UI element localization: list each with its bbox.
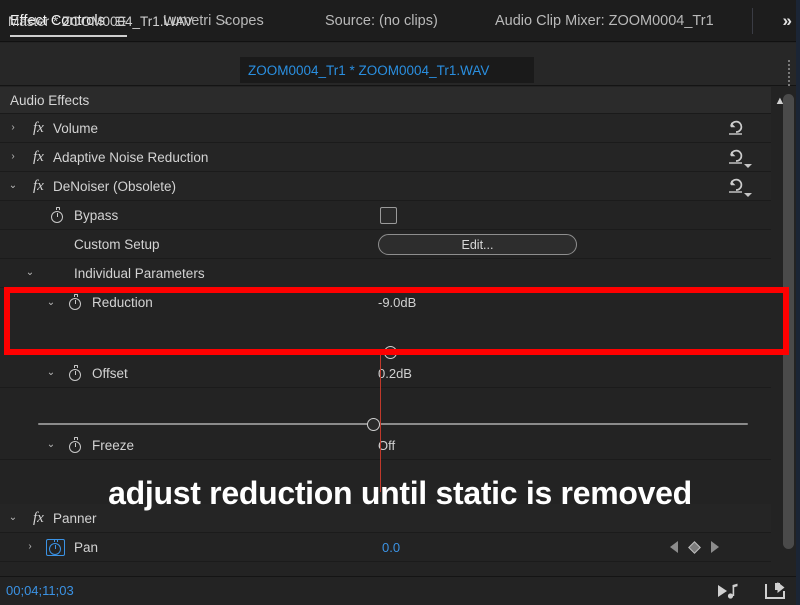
- keyframe-navigation: [670, 540, 719, 554]
- status-bar: 00;04;11;03: [0, 576, 800, 605]
- keyframe-next-icon[interactable]: [711, 541, 719, 553]
- panel-right-edge: [796, 0, 800, 605]
- master-clip-label[interactable]: Master * ZOOM0004_Tr1.WAV: [8, 0, 193, 43]
- twisty-icon[interactable]: ⌄: [6, 513, 20, 523]
- param-label: Custom Setup: [74, 236, 160, 252]
- effect-controls-panel: Effect Controls ☰ Lumetri Scopes Source:…: [0, 0, 800, 605]
- reset-icon[interactable]: [725, 146, 752, 168]
- param-row-offset[interactable]: ⌄ Offset 0.2dB: [0, 359, 771, 388]
- edit-button[interactable]: Edit...: [378, 234, 577, 255]
- reset-icon[interactable]: [725, 175, 752, 197]
- param-label: Bypass: [74, 207, 119, 223]
- effect-name: Volume: [53, 120, 99, 136]
- reset-icon[interactable]: [725, 117, 747, 139]
- param-row-custom-setup[interactable]: Custom Setup Edit...: [0, 230, 771, 259]
- stopwatch-icon[interactable]: [50, 206, 65, 224]
- tab-label: Audio Clip Mixer: ZOOM0004_Tr1: [495, 13, 714, 29]
- effect-name: Adaptive Noise Reduction: [53, 149, 209, 165]
- param-label: Pan: [74, 539, 99, 555]
- param-row-bypass[interactable]: Bypass: [0, 201, 771, 230]
- effect-name: Panner: [53, 510, 97, 526]
- param-row-individual-parameters[interactable]: ⌄ Individual Parameters: [0, 259, 771, 288]
- effect-row-denoiser[interactable]: ⌄ fx DeNoiser (Obsolete): [0, 172, 771, 201]
- twisty-icon[interactable]: ⌄: [44, 297, 58, 308]
- twisty-icon[interactable]: ⌄: [44, 440, 58, 450]
- audio-effects-section-header[interactable]: Audio Effects: [0, 87, 771, 114]
- keyframe-prev-icon[interactable]: [670, 541, 678, 553]
- param-row-freeze[interactable]: ⌄ Freeze Off: [0, 431, 771, 460]
- tab-source[interactable]: Source: (no clips): [325, 0, 438, 42]
- export-frame-icon[interactable]: [764, 582, 786, 605]
- stopwatch-icon[interactable]: [68, 436, 83, 454]
- effect-row-adaptive-noise-reduction[interactable]: › fx Adaptive Noise Reduction: [0, 143, 771, 172]
- bypass-checkbox[interactable]: [380, 206, 397, 224]
- tab-overflow-button[interactable]: »: [783, 0, 792, 42]
- reduction-slider-knob[interactable]: [383, 346, 397, 359]
- offset-slider-track[interactable]: [38, 423, 748, 425]
- param-value[interactable]: Off: [378, 438, 395, 453]
- param-row-reduction[interactable]: ⌄ Reduction -9.0dB: [0, 288, 771, 317]
- param-value[interactable]: 0.2dB: [378, 366, 412, 381]
- section-title: Audio Effects: [10, 92, 90, 108]
- twisty-icon[interactable]: ›: [23, 542, 37, 552]
- tab-divider: [752, 8, 753, 34]
- fx-icon: fx: [33, 177, 44, 194]
- twisty-icon[interactable]: ⌄: [6, 181, 20, 191]
- fx-icon: fx: [33, 119, 44, 136]
- fx-icon: fx: [33, 509, 44, 526]
- reset-dropdown-caret-icon[interactable]: [744, 193, 752, 197]
- keyframe-diamond-icon[interactable]: [688, 540, 701, 554]
- stopwatch-icon[interactable]: [68, 294, 83, 311]
- effect-row-volume[interactable]: › fx Volume: [0, 114, 771, 143]
- param-value[interactable]: 0.0: [382, 540, 400, 555]
- twisty-icon[interactable]: ⌄: [44, 368, 58, 378]
- timecode-display[interactable]: 00;04;11;03: [6, 583, 74, 598]
- chevron-down-icon[interactable]: ⌄: [222, 0, 230, 43]
- param-value[interactable]: -9.0dB: [378, 295, 416, 310]
- reset-dropdown-caret-icon[interactable]: [744, 164, 752, 168]
- param-row-pan[interactable]: › Pan 0.0: [0, 533, 771, 562]
- twisty-icon[interactable]: ›: [6, 123, 20, 133]
- effect-name: DeNoiser (Obsolete): [53, 178, 177, 194]
- param-label: Freeze: [92, 437, 135, 453]
- vertical-scrollbar-thumb[interactable]: [783, 94, 794, 549]
- stopwatch-icon[interactable]: [46, 538, 65, 556]
- fx-icon: fx: [33, 148, 44, 165]
- twisty-icon[interactable]: ⌄: [23, 268, 37, 278]
- effects-parameter-list: › fx Volume › fx Adaptive Noise Reductio…: [0, 114, 771, 575]
- param-label: Individual Parameters: [74, 265, 205, 281]
- play-audio-icon[interactable]: [716, 582, 740, 605]
- offset-slider-knob[interactable]: [366, 418, 380, 431]
- stopwatch-icon[interactable]: [68, 364, 83, 382]
- selected-clip-label[interactable]: ZOOM0004_Tr1 * ZOOM0004_Tr1.WAV: [240, 57, 534, 83]
- effect-row-panner[interactable]: ⌄ fx Panner: [0, 504, 771, 533]
- param-label: Reduction: [92, 295, 153, 310]
- tab-label: Source: (no clips): [325, 13, 438, 29]
- param-label: Offset: [92, 365, 128, 381]
- twisty-icon[interactable]: ›: [6, 152, 20, 162]
- panel-grip[interactable]: [785, 58, 793, 86]
- tab-audio-clip-mixer[interactable]: Audio Clip Mixer: ZOOM0004_Tr1: [495, 0, 714, 42]
